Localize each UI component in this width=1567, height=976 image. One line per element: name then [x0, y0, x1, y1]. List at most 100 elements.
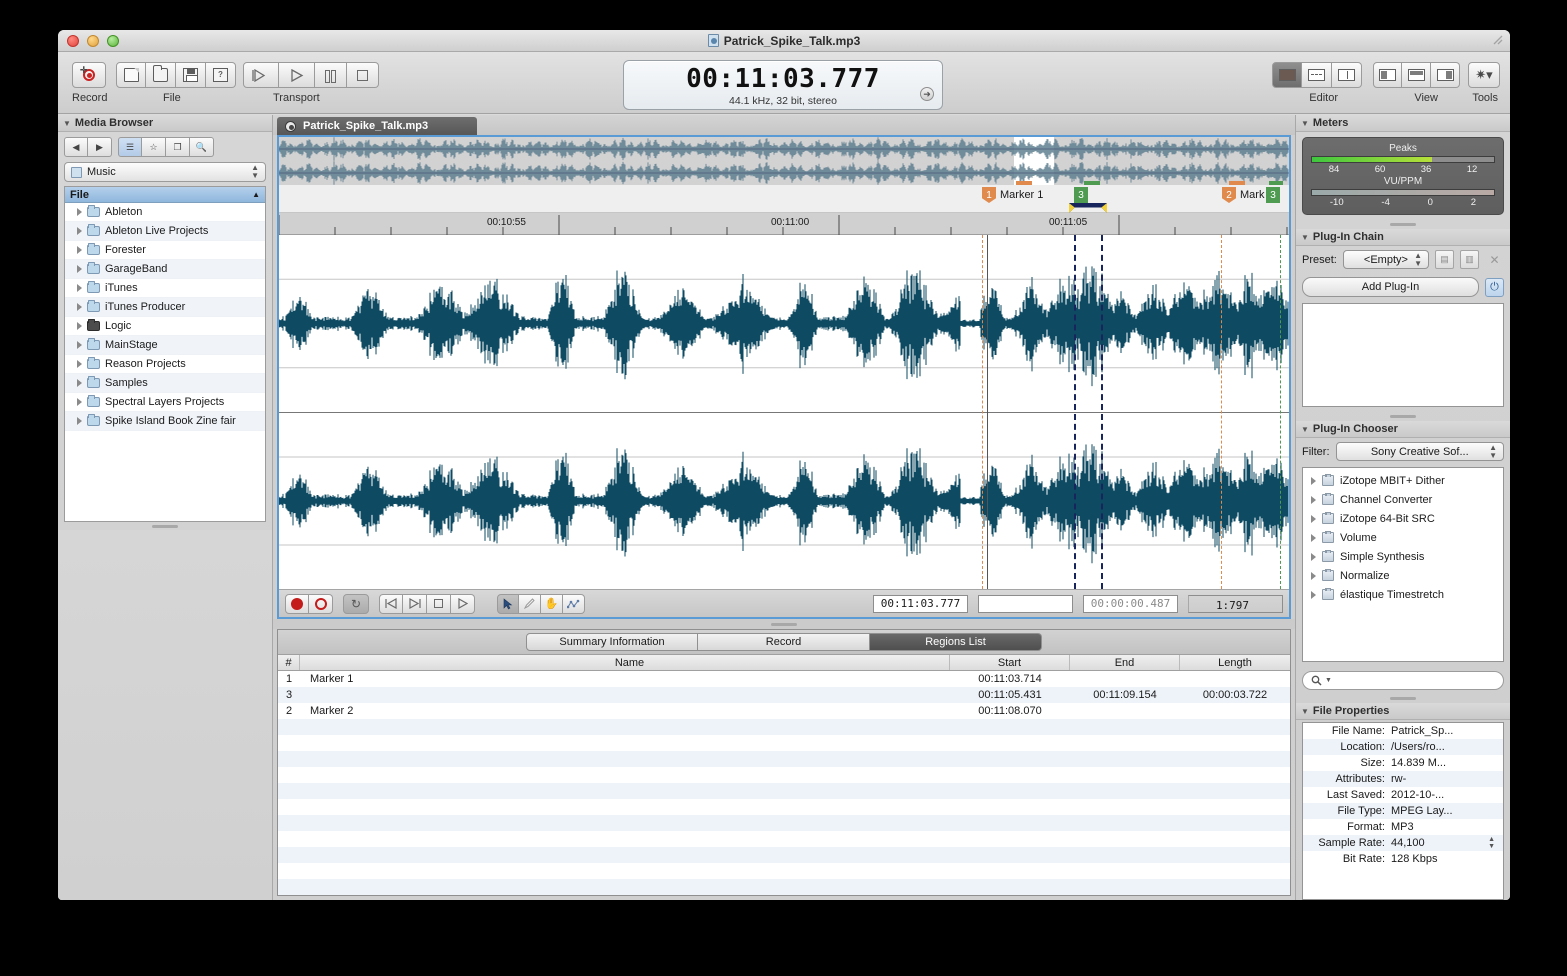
property-value[interactable]: /Users/ro... [1391, 741, 1503, 753]
file-list-item[interactable]: iTunes [65, 279, 265, 298]
disclosure-triangle-icon[interactable] [77, 265, 82, 273]
record-arm-button[interactable] [285, 593, 309, 614]
plugin-list-item[interactable]: iZotope MBIT+ Dither [1303, 471, 1503, 490]
plugin-list-item[interactable]: Simple Synthesis [1303, 547, 1503, 566]
property-value[interactable]: 14.839 M... [1391, 757, 1503, 769]
file-list-item[interactable]: Reason Projects [65, 355, 265, 374]
plugin-chain-list[interactable] [1302, 303, 1504, 407]
marker-lane[interactable]: 1 Marker 1 3 2 Mark 3 [279, 185, 1289, 213]
pause-button[interactable] [315, 62, 347, 88]
plugin-list-item[interactable]: iZotope 64-Bit SRC [1303, 509, 1503, 528]
preset-dropdown[interactable]: <Empty> ▲ ▼ [1342, 250, 1429, 269]
time-ruler[interactable]: 00:10:55 00:11:00 00:11:05 [279, 213, 1289, 235]
disclosure-triangle-icon[interactable] [77, 360, 82, 368]
zoom-ratio-field[interactable]: 1:797 [1188, 594, 1283, 613]
waveform-overview[interactable] [279, 137, 1289, 185]
meters-header[interactable]: ▼ Meters [1296, 115, 1510, 132]
play-from-start-button[interactable] [243, 62, 279, 88]
selection-length-field[interactable]: 00:00:00.487 [1083, 594, 1178, 613]
column-header-number[interactable]: # [278, 655, 300, 670]
record-new-button[interactable]: ✛ [72, 62, 106, 88]
file-properties-header[interactable]: ▼ File Properties [1296, 703, 1510, 720]
property-value[interactable]: Patrick_Sp... [1391, 725, 1503, 737]
editor-view-waveform-button[interactable] [1272, 62, 1302, 88]
add-plugin-button[interactable]: Add Plug-In [1302, 277, 1479, 297]
media-browser-header[interactable]: ▼ Media Browser [58, 115, 272, 132]
browser-list-view-button[interactable]: ☰ [118, 137, 142, 157]
plugin-list-item[interactable]: Channel Converter [1303, 490, 1503, 509]
marker-flag-2[interactable]: 2 Mark [1222, 187, 1264, 203]
plugin-list-item[interactable]: élastique Timestretch [1303, 585, 1503, 604]
loop-button[interactable]: ↻ [343, 593, 369, 614]
plugin-chain-resize-handle[interactable] [1296, 412, 1510, 421]
position-field[interactable]: 00:11:03.777 [873, 594, 968, 613]
plugin-chooser-header[interactable]: ▼ Plug-In Chooser [1296, 421, 1510, 438]
file-list-item[interactable]: Spike Island Book Zine fair [65, 412, 265, 431]
file-list-item[interactable]: GarageBand [65, 260, 265, 279]
table-row[interactable]: 3 00:11:05.431 00:11:09.154 00:00:03.722 [278, 687, 1290, 703]
marker-flag-3-end[interactable]: 3 [1266, 187, 1280, 203]
file-list-item[interactable]: MainStage [65, 336, 265, 355]
view-top-pane-button[interactable] [1402, 62, 1431, 88]
collapse-triangle-icon[interactable]: ▼ [63, 119, 71, 128]
column-header-end[interactable]: End [1070, 655, 1180, 670]
save-preset-button[interactable]: ▤ [1435, 250, 1454, 269]
browser-search-button[interactable]: 🔍 [190, 137, 214, 157]
stop-button[interactable] [347, 62, 379, 88]
property-value[interactable]: 44,100 [1391, 837, 1488, 849]
open-file-button[interactable] [146, 62, 176, 88]
browser-path-dropdown[interactable]: Music ▲ ▼ [64, 162, 266, 182]
file-list-item[interactable]: Ableton [65, 203, 265, 222]
disclosure-triangle-icon[interactable] [1311, 590, 1316, 599]
disclosure-triangle-icon[interactable] [77, 398, 82, 406]
disclosure-triangle-icon[interactable] [1311, 495, 1316, 504]
column-header-length[interactable]: Length [1180, 655, 1290, 670]
file-properties-list[interactable]: File Name: Patrick_Sp... Location: /Users/r… [1302, 722, 1504, 900]
table-row[interactable]: 1 Marker 1 00:11:03.714 [278, 671, 1290, 687]
plugin-list-item[interactable]: Normalize [1303, 566, 1503, 585]
disclosure-triangle-icon[interactable] [1311, 533, 1316, 542]
plugin-power-toggle[interactable]: ⏻ [1485, 277, 1504, 297]
file-list-item[interactable]: iTunes Producer [65, 298, 265, 317]
file-list-item[interactable]: Samples [65, 374, 265, 393]
media-browser-resize-handle[interactable] [58, 522, 272, 530]
disclosure-triangle-icon[interactable] [77, 417, 82, 425]
play-button[interactable] [279, 62, 315, 88]
plugin-chain-header[interactable]: ▼ Plug-In Chain [1296, 229, 1510, 246]
disclosure-triangle-icon[interactable] [1311, 514, 1316, 523]
disclosure-triangle-icon[interactable] [77, 284, 82, 292]
disclosure-triangle-icon[interactable] [77, 208, 82, 216]
draw-tool-button[interactable] [519, 593, 541, 614]
marker-flag-1[interactable]: 1 Marker 1 [982, 187, 1043, 203]
file-list-item[interactable]: Spectral Layers Projects [65, 393, 265, 412]
waveform-channels[interactable] [279, 235, 1289, 589]
document-tab[interactable]: Patrick_Spike_Talk.mp3 [277, 117, 477, 135]
disclosure-triangle-icon[interactable] [1311, 552, 1316, 561]
disclosure-triangle-icon[interactable] [1311, 476, 1316, 485]
tools-button[interactable]: ✷▾ [1468, 62, 1500, 88]
record-button[interactable] [309, 593, 333, 614]
browser-favorites-button[interactable]: ☆ [142, 137, 166, 157]
waveform-channel-left[interactable] [279, 235, 1289, 412]
view-right-pane-button[interactable] [1431, 62, 1460, 88]
disclosure-triangle-icon[interactable] [77, 322, 82, 330]
hand-tool-button[interactable]: ✋ [541, 593, 563, 614]
disclosure-triangle-icon[interactable] [1311, 571, 1316, 580]
disclosure-triangle-icon[interactable] [77, 303, 82, 311]
bottom-tab[interactable]: Summary Information [526, 633, 698, 651]
bottom-tab[interactable]: Record [698, 633, 870, 651]
save-file-button[interactable] [176, 62, 206, 88]
go-to-start-button[interactable] [379, 593, 403, 614]
property-value[interactable]: MPEG Lay... [1391, 805, 1503, 817]
table-row[interactable]: 2 Marker 2 00:11:08.070 [278, 703, 1290, 719]
meters-display[interactable]: Peaks 84 60 36 12 VU/PPM -10 -4 0 2 [1302, 137, 1504, 215]
bottom-tab[interactable]: Regions List [870, 633, 1042, 651]
time-display[interactable]: 00:11:03.777 44.1 kHz, 32 bit, stereo ➜ [623, 60, 943, 110]
plugin-list-item[interactable]: Volume [1303, 528, 1503, 547]
property-value[interactable]: MP3 [1391, 821, 1503, 833]
meters-collapse-icon[interactable]: ▼ [1301, 119, 1309, 128]
column-header-start[interactable]: Start [950, 655, 1070, 670]
marker-flag-3-start[interactable]: 3 [1074, 187, 1088, 203]
browser-clipboard-button[interactable]: ❐ [166, 137, 190, 157]
file-list-item[interactable]: Forester [65, 241, 265, 260]
